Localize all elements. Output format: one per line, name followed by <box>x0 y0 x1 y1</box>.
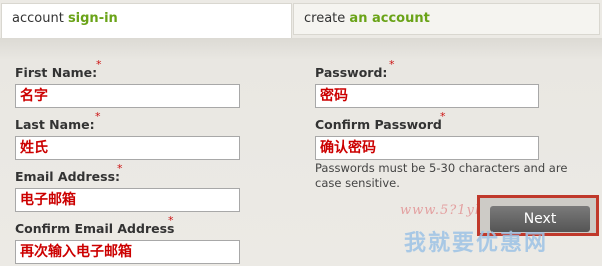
password-help-text: Passwords must be 5-30 characters and ar… <box>315 161 568 190</box>
password-label: Password: <box>315 65 388 80</box>
watermark-text: 我就要优惠网 <box>404 231 549 256</box>
required-mark: * <box>440 110 446 123</box>
confirm-email-label: Confirm Email Address <box>15 221 175 236</box>
first-name-label: First Name: <box>15 65 98 80</box>
required-mark: * <box>168 214 174 227</box>
confirm-password-input[interactable]: 确认密码 <box>315 136 539 160</box>
required-mark: * <box>117 162 123 175</box>
password-input[interactable]: 密码 <box>315 84 539 108</box>
first-name-input[interactable]: 名字 <box>15 84 240 108</box>
required-mark: * <box>96 58 102 71</box>
tab-bar: account sign-in create an account <box>0 0 602 39</box>
required-mark: * <box>389 58 395 71</box>
confirm-password-label: Confirm Password <box>315 117 442 132</box>
required-mark: * <box>95 110 101 123</box>
tab-create-account[interactable]: create an account <box>293 3 600 35</box>
email-address-input[interactable]: 电子邮箱 <box>15 188 240 212</box>
tab-label-part: create <box>304 11 346 26</box>
last-name-label: Last Name: <box>15 117 95 132</box>
confirm-email-input[interactable]: 再次输入电子邮箱 <box>15 240 240 264</box>
tab-label-highlight: an account <box>349 11 430 26</box>
tab-account-sign-in[interactable]: account sign-in <box>1 3 292 39</box>
email-address-label: Email Address: <box>15 169 121 184</box>
tab-label-highlight: sign-in <box>67 11 118 26</box>
tab-label-part: account <box>12 11 64 26</box>
last-name-input[interactable]: 姓氏 <box>15 136 240 160</box>
